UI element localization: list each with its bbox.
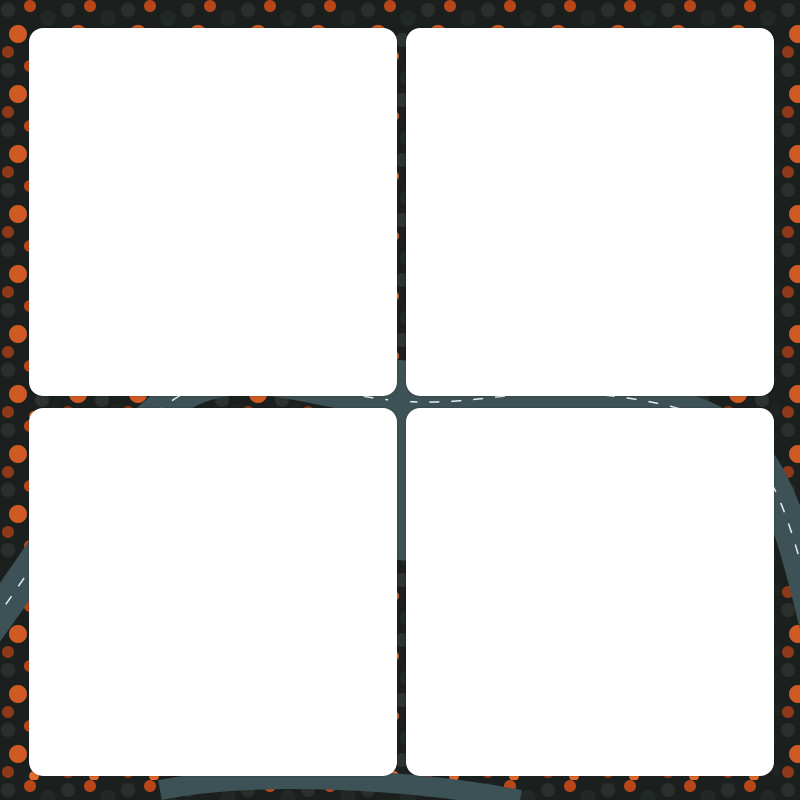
tile-top-left [29, 28, 397, 396]
tile-bottom-right [406, 408, 774, 776]
tile-top-right [406, 28, 774, 396]
tile-bottom-left [29, 408, 397, 776]
